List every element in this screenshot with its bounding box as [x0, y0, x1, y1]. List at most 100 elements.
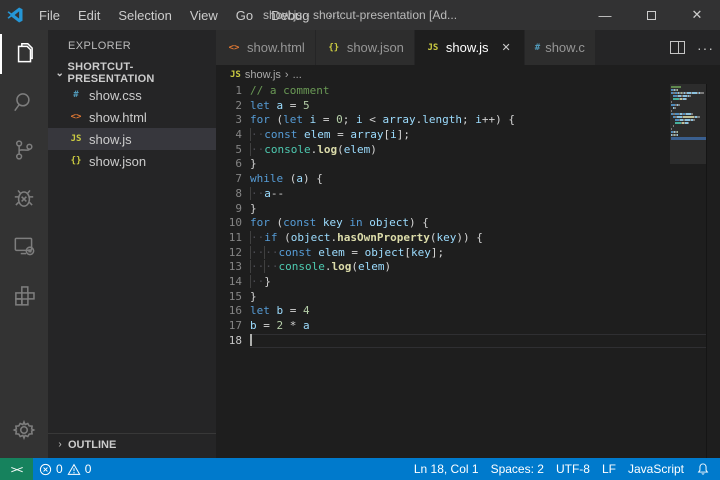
line-content: b = 2 * a	[250, 319, 707, 334]
code-line-1: 1// a comment	[216, 84, 707, 99]
folder-header[interactable]: ⌄ SHORTCUT-PRESENTATION	[48, 62, 216, 84]
activity-search-icon[interactable]	[0, 78, 48, 126]
html-file-icon: <>	[68, 112, 84, 122]
line-number: 3	[216, 113, 250, 128]
code-line-7: 7while (a) {	[216, 172, 707, 187]
code-line-11: 11··if (object.hasOwnProperty(key)) {	[216, 231, 707, 246]
activity-bar	[0, 30, 48, 458]
html-file-icon: <>	[226, 43, 242, 53]
minimize-button[interactable]: —	[582, 0, 628, 30]
line-content: for (let i = 0; i < array.length; i++) {	[250, 113, 707, 128]
outline-label: OUTLINE	[68, 439, 116, 451]
line-number: 8	[216, 187, 250, 202]
tab-bar: <>show.html{}show.jsonJSshow.js✕#show.c …	[216, 30, 720, 65]
activity-source-control-icon[interactable]	[0, 126, 48, 174]
line-number: 16	[216, 304, 250, 319]
tab-label: show.js	[446, 40, 489, 55]
folder-name: SHORTCUT-PRESENTATION	[68, 61, 216, 85]
menu-go[interactable]: Go	[227, 0, 262, 30]
line-number: 2	[216, 99, 250, 114]
menu-view[interactable]: View	[181, 0, 227, 30]
title-bar: FileEditSelectionViewGoDebug ··· show.js…	[0, 0, 720, 30]
problems-status[interactable]: 0 0	[33, 458, 97, 480]
activity-explorer-icon[interactable]	[0, 30, 48, 78]
file-list: #show.css<>show.htmlJSshow.js {} show.json	[48, 84, 216, 172]
split-editor-icon[interactable]	[670, 41, 685, 54]
tab-show.json[interactable]: {} show.json	[316, 30, 415, 65]
line-number: 10	[216, 216, 250, 231]
close-button[interactable]: ✕	[674, 0, 720, 30]
tab-label: show.html	[247, 40, 305, 55]
line-content: ··a--	[250, 187, 707, 202]
line-number: 1	[216, 84, 250, 99]
js-file-icon: JS	[425, 43, 441, 53]
code-editor[interactable]: 1// a comment2let a = 53for (let i = 0; …	[216, 84, 707, 458]
js-file-icon: JS	[230, 70, 241, 80]
remote-indicator[interactable]: ><	[0, 458, 33, 480]
code-line-17: 17b = 2 * a	[216, 319, 707, 334]
code-line-14: 14··}	[216, 275, 707, 290]
activity-debug-icon[interactable]	[0, 174, 48, 222]
breadcrumb-file: show.js	[245, 69, 281, 81]
menu-file[interactable]: File	[30, 0, 69, 30]
file-item-show.html[interactable]: <>show.html	[48, 106, 216, 128]
line-content: ····console.log(elem)	[250, 260, 707, 275]
warning-count: 0	[85, 462, 92, 476]
line-content: ··if (object.hasOwnProperty(key)) {	[250, 231, 707, 246]
tab-label: show.json	[347, 40, 404, 55]
tab-show.c[interactable]: #show.c	[525, 30, 595, 65]
file-name: show.json	[89, 154, 146, 169]
line-number: 18	[216, 334, 250, 349]
settings-gear-icon[interactable]	[0, 406, 48, 454]
indentation[interactable]: Spaces: 2	[485, 458, 550, 480]
chevron-right-icon: ›	[52, 439, 68, 450]
line-content: ··const elem = array[i];	[250, 128, 707, 143]
warning-icon	[67, 463, 81, 476]
file-name: show.js	[89, 132, 132, 147]
code-line-8: 8··a--	[216, 187, 707, 202]
line-content: while (a) {	[250, 172, 707, 187]
menu-selection[interactable]: Selection	[109, 0, 180, 30]
breadcrumb[interactable]: JS show.js › ...	[216, 65, 720, 84]
cursor-position[interactable]: Ln 18, Col 1	[408, 458, 485, 480]
more-actions-icon[interactable]: ···	[697, 40, 714, 56]
language-mode[interactable]: JavaScript	[622, 458, 690, 480]
line-number: 11	[216, 231, 250, 246]
code-line-18: 18	[216, 334, 707, 349]
line-content: }	[250, 202, 707, 217]
line-number: 4	[216, 128, 250, 143]
activity-remote-explorer-icon[interactable]	[0, 222, 48, 270]
activity-extensions-icon[interactable]	[0, 270, 48, 318]
file-item-show.css[interactable]: #show.css	[48, 84, 216, 106]
window-controls: — ✕	[582, 0, 720, 30]
maximize-button[interactable]	[628, 0, 674, 30]
tab-show.html[interactable]: <> show.html	[216, 30, 316, 65]
close-tab-icon[interactable]: ✕	[499, 40, 514, 55]
eol-sequence[interactable]: LF	[596, 458, 622, 480]
encoding[interactable]: UTF-8	[550, 458, 596, 480]
code-line-4: 4··const elem = array[i];	[216, 128, 707, 143]
notifications-bell-icon[interactable]	[690, 458, 716, 480]
line-content: ··}	[250, 275, 707, 290]
css-file-icon: #	[535, 43, 540, 53]
line-content: let b = 4	[250, 304, 707, 319]
menu-edit[interactable]: Edit	[69, 0, 109, 30]
breadcrumb-symbol: ...	[293, 69, 302, 81]
line-number: 7	[216, 172, 250, 187]
outline-section-header[interactable]: › OUTLINE	[48, 433, 216, 455]
file-item-show.js[interactable]: JSshow.js	[48, 128, 216, 150]
error-icon	[39, 463, 52, 476]
line-number: 14	[216, 275, 250, 290]
breadcrumb-separator-icon: ›	[285, 69, 289, 81]
error-count: 0	[56, 462, 63, 476]
json-file-icon: {}	[326, 43, 342, 53]
json-file-icon: {}	[68, 156, 84, 166]
tab-show.js[interactable]: JS show.js ✕	[415, 30, 525, 65]
line-number: 17	[216, 319, 250, 334]
line-number: 13	[216, 260, 250, 275]
code-line-13: 13····console.log(elem)	[216, 260, 707, 275]
code-line-3: 3for (let i = 0; i < array.length; i++) …	[216, 113, 707, 128]
minimap[interactable]	[670, 84, 707, 194]
file-item-show.json[interactable]: {} show.json	[48, 150, 216, 172]
chevron-down-icon: ⌄	[52, 68, 68, 79]
